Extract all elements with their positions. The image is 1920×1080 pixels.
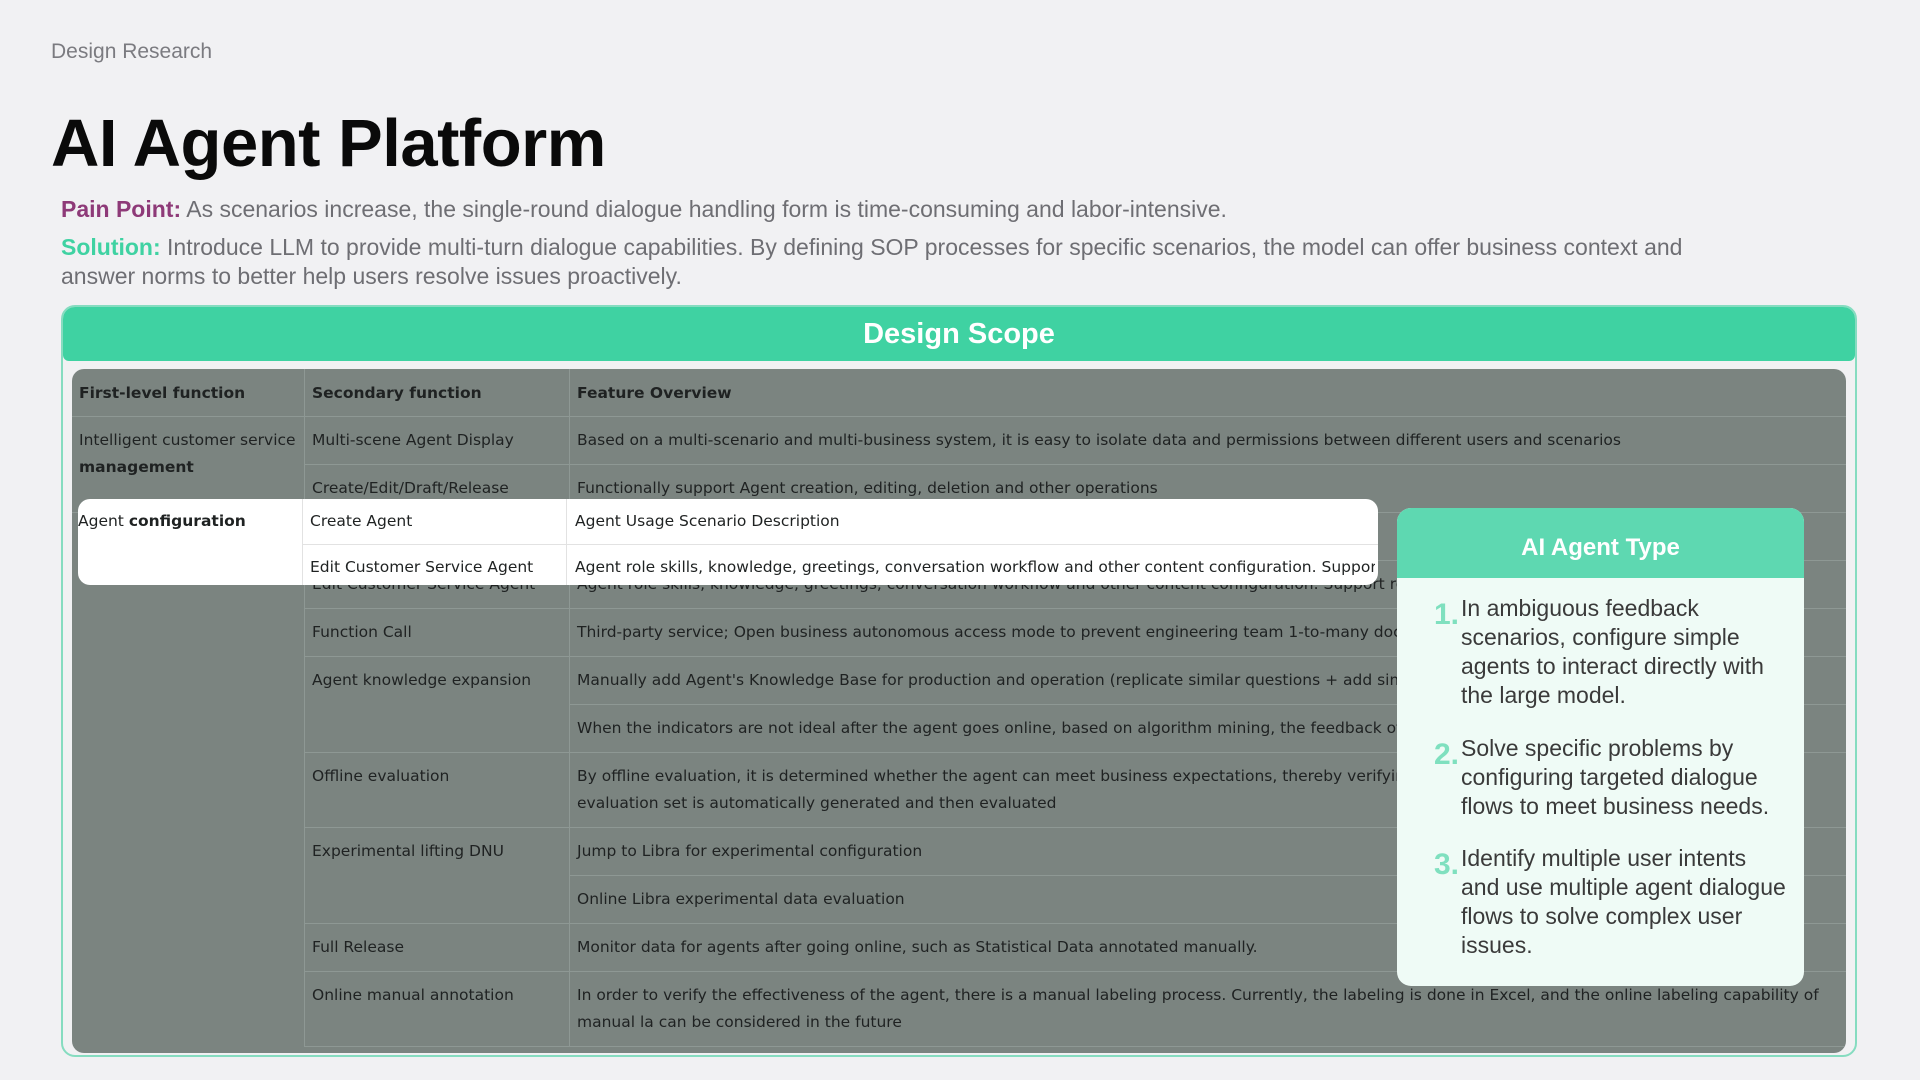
solution-text: Introduce LLM to provide multi-turn dial…: [61, 234, 1683, 289]
ai-agent-type-title: AI Agent Type: [1397, 508, 1804, 578]
secondary-cell: Multi-scene Agent Display: [304, 416, 570, 465]
overview-cell: Based on a multi-scenario and multi-busi…: [569, 416, 1846, 465]
item-text: Solve specific problems by configuring t…: [1461, 735, 1770, 819]
secondary-cell: Agent knowledge expansion: [304, 656, 570, 753]
group-configuration-cell: [72, 512, 305, 1047]
secondary-cell: Experimental lifting DNU: [304, 827, 570, 924]
secondary-cell: Online manual annotation: [304, 971, 570, 1047]
highlight-divider: [302, 544, 1378, 545]
highlight-secondary: Edit Customer Service Agent: [310, 558, 534, 576]
secondary-cell: Offline evaluation: [304, 752, 570, 828]
secondary-cell: Full Release: [304, 923, 570, 972]
item-number: 2.: [1434, 738, 1460, 771]
table-header-row: First-level function Secondary function …: [72, 369, 1846, 417]
solution-label: Solution:: [61, 234, 161, 260]
group-label: Agent: [78, 512, 129, 530]
pain-point-paragraph: Pain Point: As scenarios increase, the s…: [61, 195, 1761, 224]
header-secondary: Secondary function: [304, 369, 570, 417]
ai-agent-type-card: AI Agent Type 1. In ambiguous feedback s…: [1397, 508, 1804, 986]
design-scope-title: Design Scope: [63, 307, 1855, 361]
header-overview: Feature Overview: [569, 369, 1846, 417]
agent-type-item: 2. Solve specific problems by configurin…: [1434, 734, 1787, 821]
highlight-group-label: Agent configuration: [78, 512, 246, 530]
item-text: Identify multiple user intents and use m…: [1461, 845, 1786, 958]
highlighted-agent-configuration: Agent configuration Create Agent Agent U…: [78, 499, 1378, 585]
highlight-overview: Agent role skills, knowledge, greetings,…: [575, 558, 1375, 576]
page-title: AI Agent Platform: [51, 106, 606, 181]
pain-point-text: As scenarios increase, the single-round …: [181, 196, 1227, 222]
highlight-divider: [566, 499, 567, 585]
item-number: 3.: [1434, 848, 1460, 881]
solution-paragraph: Solution: Introduce LLM to provide multi…: [61, 233, 1761, 291]
agent-type-item: 1. In ambiguous feedback scenarios, conf…: [1434, 594, 1787, 710]
table-row: Intelligent customer service management …: [72, 416, 1846, 513]
header-first-level: First-level function: [72, 369, 305, 417]
pain-point-label: Pain Point:: [61, 196, 182, 222]
agent-type-item: 3. Identify multiple user intents and us…: [1434, 844, 1787, 960]
highlight-divider: [302, 499, 303, 585]
group-label: Intelligent customer service: [79, 431, 296, 449]
highlight-overview: Agent Usage Scenario Description: [575, 512, 840, 530]
item-text: In ambiguous feedback scenarios, configu…: [1461, 595, 1764, 708]
highlight-secondary: Create Agent: [310, 512, 413, 530]
item-number: 1.: [1434, 598, 1460, 631]
secondary-cell: Function Call: [304, 608, 570, 657]
group-label-bold: management: [79, 458, 194, 476]
group-label-bold: configuration: [128, 512, 246, 530]
section-kicker: Design Research: [51, 40, 213, 63]
